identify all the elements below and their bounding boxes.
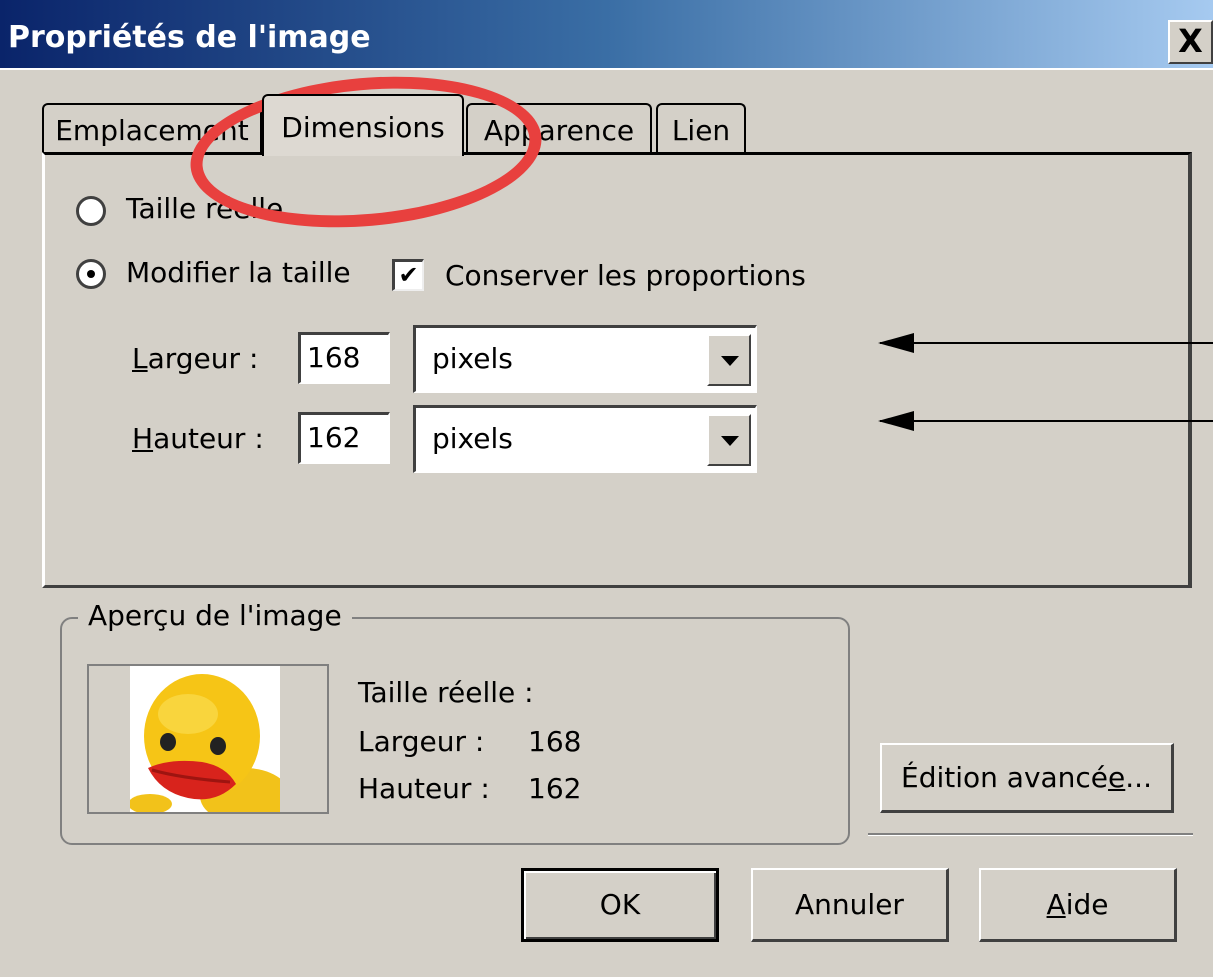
height-label-text: auteur :: [153, 422, 264, 455]
actual-width-label: Largeur :: [358, 725, 485, 758]
width-label: Largeur :: [132, 342, 258, 375]
width-unit-select[interactable]: pixels: [413, 325, 757, 393]
width-input[interactable]: 168: [298, 332, 390, 384]
width-label-accesskey: L: [132, 342, 148, 375]
help-button[interactable]: Aide: [979, 868, 1177, 942]
radio-selected-dot: [87, 270, 95, 278]
ok-label: OK: [599, 888, 641, 921]
tab-label: Lien: [671, 114, 731, 147]
cancel-label: Annuler: [795, 888, 904, 921]
tab-lien[interactable]: Lien: [656, 103, 746, 155]
help-accesskey: A: [1046, 888, 1066, 921]
tab-dimensions[interactable]: Dimensions: [262, 94, 464, 156]
advanced-edit-button[interactable]: Édition avancée...: [880, 743, 1174, 813]
height-label: Hauteur :: [132, 422, 264, 455]
image-properties-dialog: Propriétés de l'image X Emplacement Dime…: [0, 0, 1213, 977]
preview-legend: Aperçu de l'image: [78, 599, 352, 632]
chevron-down-icon[interactable]: [707, 334, 751, 386]
checkmark-icon: ✔: [398, 261, 419, 289]
radio-actual-size[interactable]: [76, 196, 106, 226]
close-icon: X: [1178, 22, 1203, 60]
separator: [868, 833, 1193, 836]
height-unit-select[interactable]: pixels: [413, 405, 757, 473]
preview-image: [130, 666, 280, 812]
radio-custom-size-label[interactable]: Modifier la taille: [126, 256, 351, 289]
dialog-title: Propriétés de l'image: [8, 20, 371, 55]
cancel-button[interactable]: Annuler: [751, 868, 949, 942]
advanced-edit-ellipsis: ...: [1125, 761, 1152, 794]
close-button[interactable]: X: [1168, 20, 1213, 64]
width-label-text: argeur :: [147, 342, 259, 375]
actual-height-label: Hauteur :: [358, 772, 490, 805]
actual-height-value: 162: [528, 772, 582, 805]
actual-width-value: 168: [528, 725, 582, 758]
height-input[interactable]: 162: [298, 412, 390, 464]
annotation-arrow-height: [878, 411, 1213, 431]
help-label: ide: [1065, 888, 1109, 921]
annotation-arrow-width: [878, 333, 1213, 353]
actual-size-heading: Taille réelle :: [358, 676, 534, 709]
advanced-edit-accesskey: e: [1108, 761, 1126, 794]
keep-ratio-label[interactable]: Conserver les proportions: [445, 259, 806, 292]
rubber-duck-icon: [130, 666, 280, 812]
advanced-edit-text: Édition avancé: [901, 761, 1109, 794]
radio-custom-size[interactable]: [76, 259, 106, 289]
ok-button[interactable]: OK: [521, 868, 719, 942]
keep-ratio-checkbox[interactable]: ✔: [392, 259, 424, 291]
title-bar: Propriétés de l'image X: [0, 0, 1213, 70]
chevron-down-icon[interactable]: [707, 414, 751, 466]
width-unit-value: pixels: [432, 342, 513, 375]
height-unit-value: pixels: [432, 422, 513, 455]
height-label-accesskey: H: [132, 422, 154, 455]
tab-label: Dimensions: [281, 111, 445, 144]
